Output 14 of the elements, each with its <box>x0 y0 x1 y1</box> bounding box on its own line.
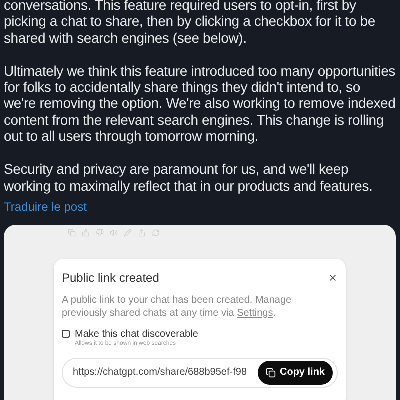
post-paragraph: Security and privacy are paramount for us, and we'll keep working to maximally reflect that in our products and features. <box>4 161 374 194</box>
url-text: https://chatgpt.com/share/688b95ef-f98 <box>73 366 247 380</box>
copy-link-button[interactable]: Copy link <box>258 360 333 385</box>
post-paragraph: Ultimately we think this feature introduced too many opportunities for folks to accidentally share things they didn't intend to, so we're removing the option. We're also working to remove indexed content from the relevant search engines. This change is rolling out to all users through tomorrow morning. <box>4 62 396 144</box>
post-paragraph: conversations. This feature required users to opt-in, first by picking a chat to share, then by clicking a checkbox for it to be shared with search engines (see below). <box>4 0 376 46</box>
copy-icon <box>266 368 276 378</box>
close-icon[interactable] <box>328 272 338 283</box>
dialog-description: A public link to your chat has been created. Manage previously shared chats at any time via Settings. <box>62 294 293 320</box>
url-field[interactable]: https://chatgpt.com/share/688b95ef-f98 Copy link <box>62 358 338 388</box>
settings-link[interactable]: Settings <box>237 308 274 319</box>
checkbox-label: Make this chat discoverable <box>75 328 198 340</box>
translate-link[interactable]: Traduire le post <box>4 200 87 214</box>
dialog-title: Public link created <box>62 270 160 287</box>
discoverable-checkbox[interactable] <box>62 330 70 338</box>
